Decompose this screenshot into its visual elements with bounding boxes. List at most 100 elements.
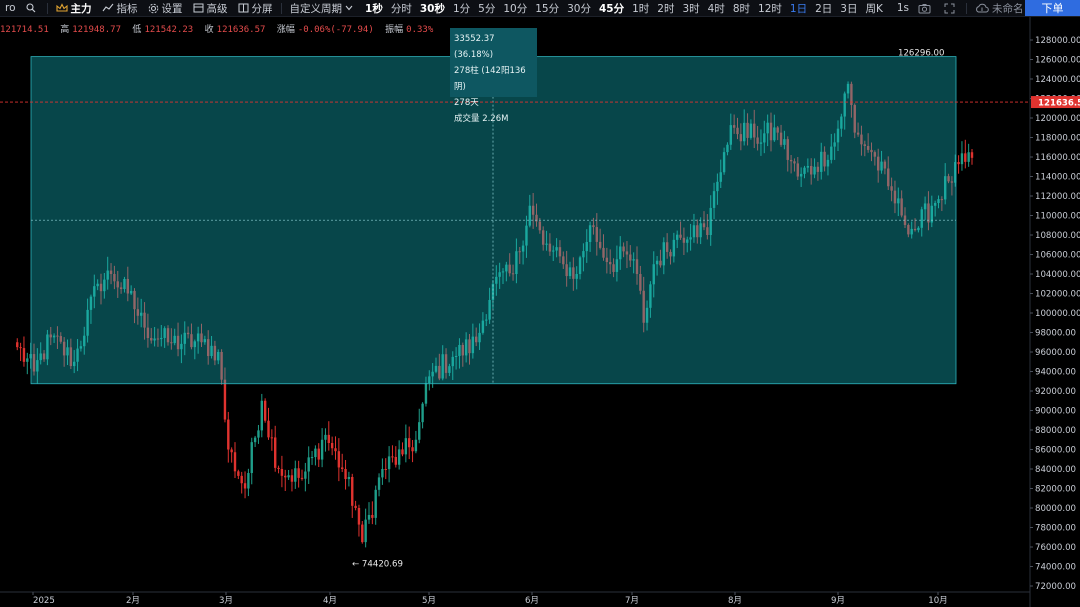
candle: [967, 143, 970, 167]
advanced-icon: [193, 3, 204, 13]
layout-name-label: 未命名: [992, 2, 1024, 15]
candle: [354, 500, 357, 511]
indicator-button[interactable]: 指标: [97, 0, 143, 16]
period-11[interactable]: 3时: [678, 1, 703, 16]
settings-button[interactable]: 设置: [143, 0, 188, 16]
period-10[interactable]: 2时: [653, 1, 678, 16]
x-tick-label: 2月: [126, 595, 140, 606]
period-4[interactable]: 5分: [474, 1, 499, 16]
candle: [401, 442, 404, 457]
candle: [394, 446, 397, 468]
candle: [227, 411, 230, 463]
y-tick-label: 104000.00: [1035, 270, 1080, 280]
period-9[interactable]: 1时: [628, 1, 653, 16]
candle: [361, 520, 364, 544]
candle: [414, 430, 418, 454]
period-6[interactable]: 15分: [531, 1, 563, 16]
split-screen-icon: [238, 3, 249, 13]
y-tick-label: 72000.00: [1035, 582, 1076, 592]
search-icon[interactable]: [21, 0, 44, 16]
candle: [371, 501, 374, 525]
period-14[interactable]: 12时: [754, 1, 786, 16]
camera-icon[interactable]: [913, 0, 939, 16]
symbol-fragment[interactable]: ro: [0, 0, 21, 16]
candle: [263, 398, 267, 423]
candle: [270, 429, 274, 451]
y-tick-label: 102000.00: [1035, 290, 1080, 300]
period-12[interactable]: 4时: [704, 1, 729, 16]
settings-label: 设置: [161, 2, 183, 15]
split-screen-button[interactable]: 分屏: [233, 0, 278, 16]
period-1s-extra[interactable]: 1s: [893, 2, 913, 14]
period-15[interactable]: 1日: [786, 1, 811, 16]
main-force-button[interactable]: 主力: [51, 0, 97, 16]
candle: [19, 342, 22, 362]
y-tick-label: 80000.00: [1035, 504, 1076, 514]
candle: [381, 458, 384, 485]
period-0[interactable]: 1秒: [361, 1, 387, 16]
period-8[interactable]: 45分: [595, 1, 628, 16]
candle: [330, 436, 334, 456]
place-order-button[interactable]: 下单: [1025, 0, 1080, 16]
candle: [260, 393, 263, 438]
main-force-label: 主力: [70, 2, 92, 15]
period-13[interactable]: 8时: [729, 1, 754, 16]
ohlc-info-bar: 121714.51 高 121948.77 低 121542.23 收 121636.…: [0, 22, 433, 36]
measure-bars: 278柱 (142阳136阴): [454, 66, 526, 92]
x-axis: 2025 2月 3月 4月 5月 6月 7月 8月 9月 10月: [0, 591, 1030, 606]
current-price-label: 121636.57: [1038, 99, 1080, 109]
y-tick-label: 110000.00: [1035, 212, 1080, 222]
measure-info-box: 33552.37 (36.18%) 278柱 (142阳136阴) 278天 成…: [450, 28, 537, 124]
candle: [307, 446, 310, 485]
x-tick-label: 6月: [525, 595, 539, 606]
candle: [970, 148, 974, 165]
period-18[interactable]: 周K: [861, 1, 886, 16]
y-tick-label: 86000.00: [1035, 446, 1076, 456]
close-value: 121636.57: [216, 25, 266, 35]
change-label: 涨幅: [276, 25, 295, 35]
chevron-down-icon: [345, 5, 353, 11]
candle: [317, 443, 320, 467]
y-tick-label: 124000.00: [1035, 75, 1080, 85]
candle: [344, 459, 347, 490]
y-tick-label: 126000.00: [1035, 56, 1080, 66]
candle: [294, 460, 297, 489]
measure-days: 278天: [454, 98, 479, 108]
candle: [397, 440, 401, 470]
candle: [357, 504, 361, 537]
indicator-label: 指标: [116, 2, 138, 15]
y-tick-label: 88000.00: [1035, 426, 1076, 436]
period-3[interactable]: 1分: [449, 1, 474, 16]
candlestick-chart[interactable]: 72000.00 74000.00 76000.00 78000.00 80000.00…: [0, 0, 1080, 607]
measure-change: 33552.37 (36.18%): [454, 34, 495, 60]
candle: [304, 462, 307, 492]
candle: [364, 508, 367, 548]
y-tick-label: 94000.00: [1035, 368, 1076, 378]
advanced-button[interactable]: 高级: [188, 0, 233, 16]
amplitude-value: 0.33%: [406, 25, 434, 35]
y-tick-label: 78000.00: [1035, 524, 1076, 534]
period-1[interactable]: 分时: [387, 1, 416, 16]
candle: [22, 336, 26, 367]
candle: [408, 426, 411, 460]
y-tick-label: 112000.00: [1035, 192, 1080, 202]
candle: [237, 469, 240, 480]
period-5[interactable]: 10分: [499, 1, 531, 16]
open-value: 121714.51: [0, 25, 49, 35]
candle: [391, 445, 394, 463]
period-7[interactable]: 30分: [563, 1, 595, 16]
period-2[interactable]: 30秒: [416, 1, 449, 16]
period-16[interactable]: 2日: [811, 1, 836, 16]
indicator-icon: [102, 3, 113, 12]
custom-period-label: 自定义周期: [289, 2, 343, 15]
period-list: 1秒 分时 30秒 1分 5分 10分 15分 30分 45分 1时 2时 3时 4时 8时 12时 1日 2日…: [361, 1, 887, 16]
candle: [351, 473, 354, 518]
x-tick-label: 2025: [33, 596, 55, 606]
period-17[interactable]: 3日: [836, 1, 861, 16]
fullscreen-icon[interactable]: [939, 0, 963, 16]
y-tick-label: 106000.00: [1035, 251, 1080, 261]
custom-period-dropdown[interactable]: 自定义周期: [285, 0, 362, 16]
low-label: 低: [132, 25, 142, 35]
y-tick-label: 128000.00: [1035, 36, 1080, 46]
candle: [964, 139, 967, 169]
